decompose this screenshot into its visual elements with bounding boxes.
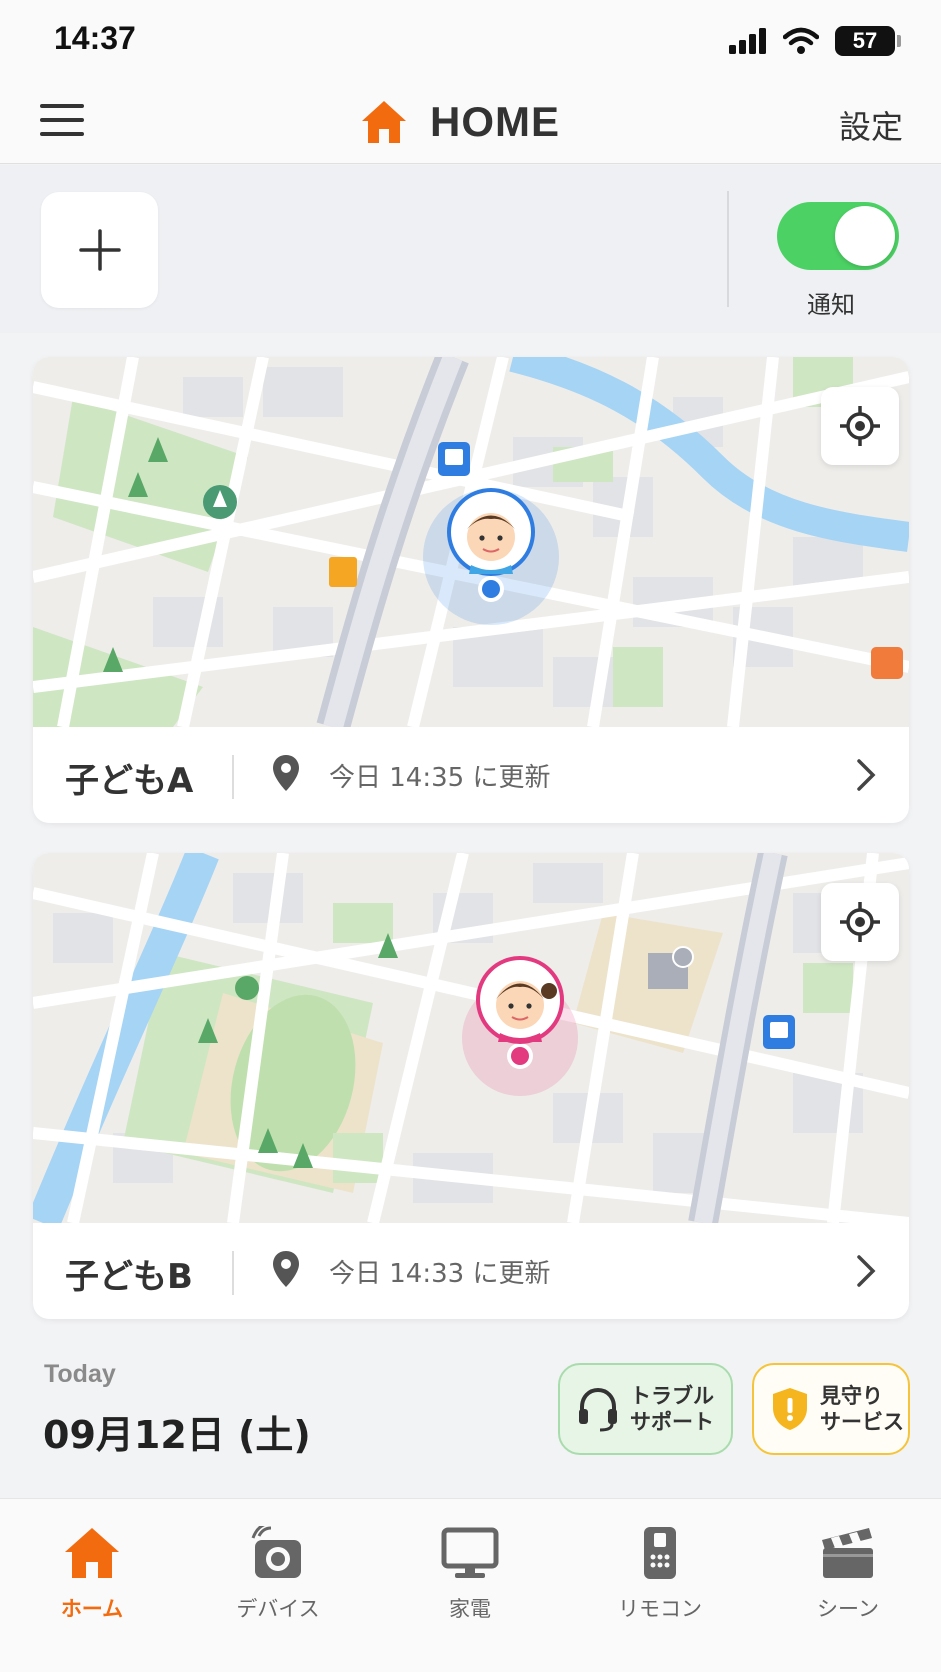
wifi-icon [783,27,819,54]
child-name: 子どもB [65,1257,193,1297]
battery-icon: 57 [835,26,901,56]
child-card-b: 子どもB 今日 14:33 に更新 [33,853,909,1319]
chevron-right-icon [857,1255,876,1287]
pin-icon [273,755,299,791]
monitor-icon [441,1527,499,1578]
locate-icon [840,902,880,942]
watch-line1: 見守り [820,1384,883,1408]
child-info-row-a[interactable]: 子どもA 今日 14:35 に更新 [33,727,909,823]
map-b[interactable] [33,853,909,1223]
toolbar: 通知 [0,165,941,333]
app-header: HOME 設定 [0,82,941,164]
status-bar: 14:37 57 [0,0,941,82]
nav-home[interactable]: ホーム [22,1521,162,1621]
nav-home-label: ホーム [60,1597,124,1621]
child-info-row-b[interactable]: 子どもB 今日 14:33 に更新 [33,1223,909,1319]
nav-scene[interactable]: シーン [778,1521,918,1621]
notification-label: 通知 [807,291,855,319]
nav-devices[interactable]: デバイス [208,1521,348,1621]
locate-button-b[interactable] [821,883,899,961]
remote-icon [644,1527,676,1579]
nav-devices-label: デバイス [236,1597,320,1621]
watch-service-button[interactable]: 見守り サービス [752,1363,910,1455]
locate-icon [840,406,880,446]
child-name: 子どもA [65,761,194,801]
page-title: HOME [430,98,560,145]
nav-appliances[interactable]: 家電 [400,1521,540,1621]
shield-icon [773,1388,807,1430]
update-time: 今日 14:33 に更新 [329,1259,551,1289]
settings-button[interactable]: 設定 [839,102,903,148]
divider [727,191,729,307]
nav-scene-label: シーン [817,1597,879,1621]
nav-remote[interactable]: リモコン [590,1521,730,1621]
watch-line2: サービス [820,1410,904,1434]
status-icons: 57 [729,24,901,58]
signal-icon [729,28,766,54]
menu-icon [40,104,84,108]
trouble-support-button[interactable]: トラブル サポート [558,1363,733,1455]
status-time: 14:37 [54,20,136,56]
divider [232,755,234,799]
update-time: 今日 14:35 に更新 [329,763,551,793]
house-icon [362,101,406,143]
trouble-line2: サポート [630,1410,714,1434]
notification-toggle[interactable] [777,202,899,270]
add-button[interactable] [41,192,158,308]
toggle-knob [835,206,895,266]
child-card-a: 子どもA 今日 14:35 に更新 [33,357,909,823]
pin-icon [273,1251,299,1287]
map-a[interactable] [33,357,909,727]
header-title-group: HOME [360,92,560,152]
bottom-nav: ホーム デバイス 家電 リモコン シーン [0,1498,941,1672]
nav-appliances-label: 家電 [449,1597,491,1621]
plus-icon [78,229,121,271]
nav-remote-label: リモコン [618,1597,702,1621]
clapper-icon [822,1528,873,1578]
locate-button-a[interactable] [821,387,899,465]
today-label: Today [44,1360,116,1388]
chevron-right-icon [857,759,876,791]
camera-icon [251,1526,301,1578]
house-icon [65,1528,119,1578]
divider [232,1251,234,1295]
menu-button[interactable] [40,104,84,142]
today-date: 09月12日 (土) [43,1413,311,1457]
headset-icon [579,1387,617,1432]
trouble-line1: トラブル [630,1384,714,1408]
